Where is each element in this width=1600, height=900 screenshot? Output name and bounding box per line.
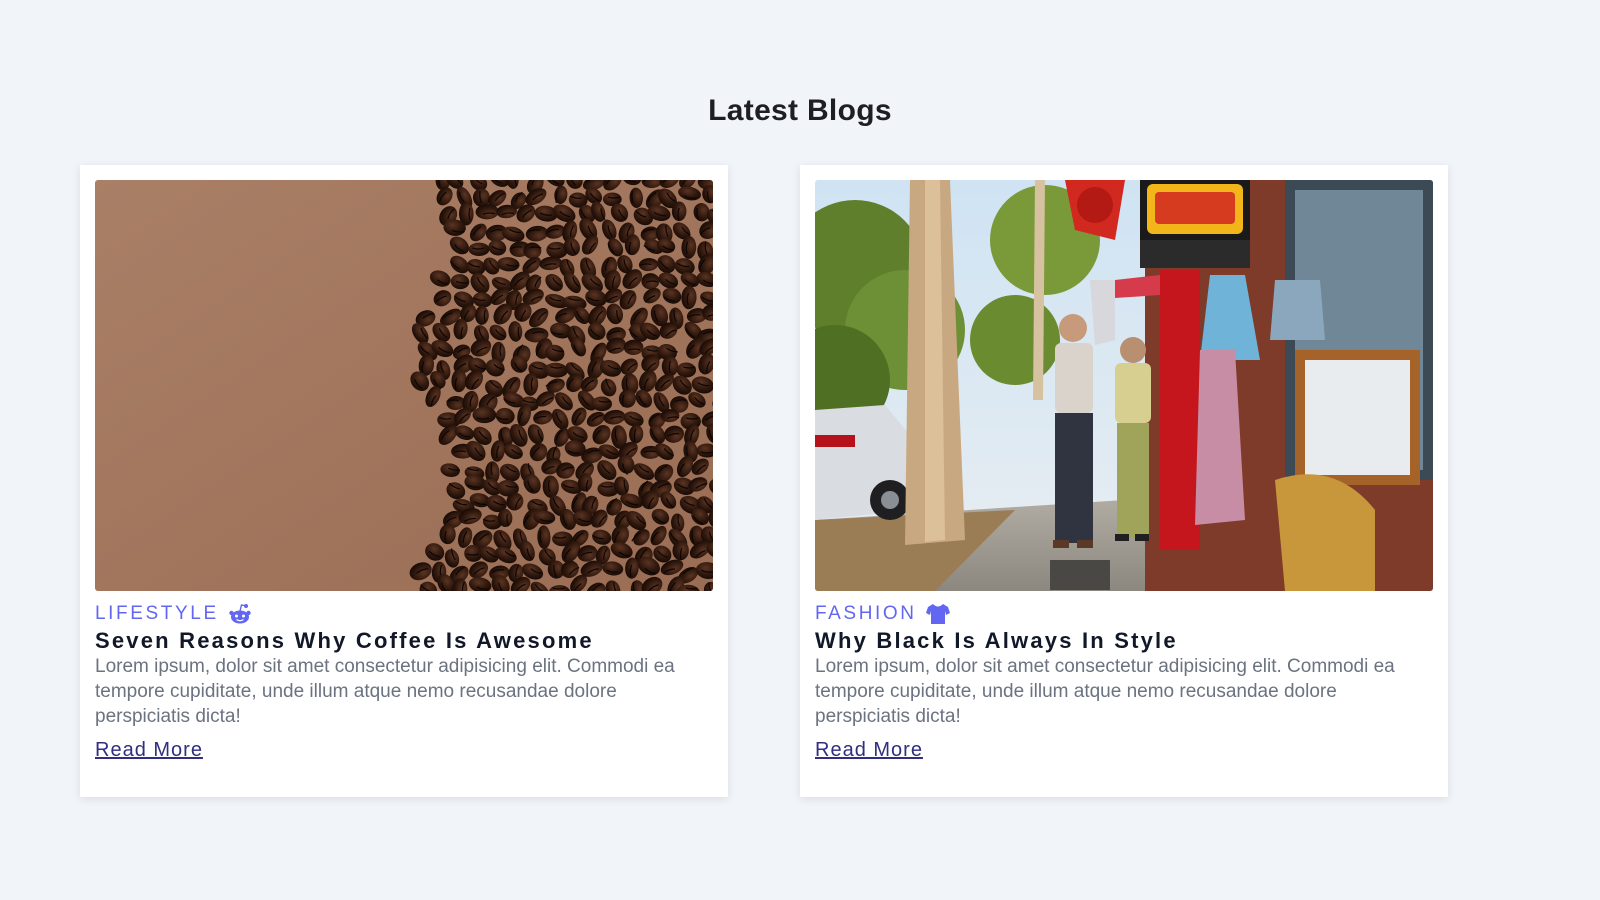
post-title[interactable]: Why Black Is Always In Style [815, 628, 1178, 654]
reddit-alien-icon [228, 603, 252, 625]
read-more-link[interactable]: Read More [815, 739, 923, 762]
blog-card: FASHION Why Black Is Always In Style Lor… [800, 165, 1448, 797]
post-title[interactable]: Seven Reasons Why Coffee Is Awesome [95, 628, 594, 654]
post-excerpt: Lorem ipsum, dolor sit amet consectetur … [95, 656, 675, 727]
coffee-beans-image [95, 180, 713, 591]
section-title: Latest Blogs [708, 94, 892, 127]
post-category: LIFESTYLE [95, 603, 252, 625]
read-more-link[interactable]: Read More [95, 739, 203, 762]
category-label: FASHION [815, 603, 917, 624]
tshirt-icon [925, 603, 950, 625]
street-couple-image [815, 180, 1433, 591]
post-category: FASHION [815, 603, 950, 625]
blog-card: LIFESTYLE Seven Reasons Why Coffee Is Aw… [80, 165, 728, 797]
category-label: LIFESTYLE [95, 603, 219, 624]
post-excerpt: Lorem ipsum, dolor sit amet consectetur … [815, 656, 1395, 727]
